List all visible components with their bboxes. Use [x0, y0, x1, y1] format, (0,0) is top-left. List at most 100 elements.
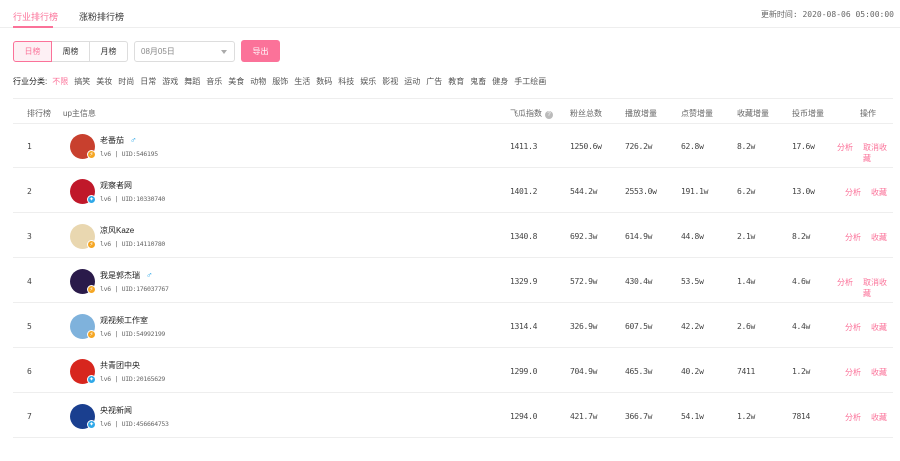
category-item[interactable]: 娱乐 [360, 76, 376, 87]
category-item[interactable]: 教育 [448, 76, 464, 87]
table-header: 排行榜 up主信息 飞瓜指数? 粉丝总数 播放增量 点赞增量 收藏增量 投币增量… [13, 98, 893, 124]
col-info: up主信息 [63, 109, 96, 118]
verified-icon: ✦ [87, 195, 96, 204]
analyze-link[interactable]: 分析 [837, 142, 853, 153]
analyze-link[interactable]: 分析 [845, 232, 861, 243]
level-uid: lv6 | UID:14110780 [100, 240, 166, 248]
table-row[interactable]: 6 ✦ 共青团中央 lv6 | UID:20165629 1299.0 704.9w 465… [13, 349, 893, 393]
category-item[interactable]: 游戏 [162, 76, 178, 87]
category-item[interactable]: 音乐 [206, 76, 222, 87]
category-item[interactable]: 动物 [250, 76, 266, 87]
up-name[interactable]: 共青团中央 [100, 360, 140, 371]
table-row[interactable]: 7 ✦ 央视新闻 lv6 | UID:456664753 1294.0 421.7w 366… [13, 394, 893, 438]
tab-fans-growth-ranking[interactable]: 涨粉排行榜 [79, 10, 124, 23]
category-item[interactable]: 数码 [316, 76, 332, 87]
category-item[interactable]: 日常 [140, 76, 156, 87]
favorite-link[interactable]: 收藏 [871, 367, 887, 378]
category-item[interactable]: 时尚 [118, 76, 134, 87]
table-row[interactable]: 5 ⚡ 观视频工作室 lv6 | UID:54992199 1314.4 326.9w 60… [13, 304, 893, 348]
level-uid: lv6 | UID:20165629 [100, 375, 166, 383]
export-button[interactable]: 导出 [241, 40, 280, 62]
monthly-button[interactable]: 月榜 [89, 41, 128, 62]
cell-plays: 366.7w [625, 412, 653, 421]
analyze-link[interactable]: 分析 [845, 412, 861, 423]
table-row[interactable]: 2 ✦ 观察者网 lv6 | UID:10330740 1401.2 544.2w 2553… [13, 169, 893, 213]
up-name-text: 共青团中央 [100, 361, 140, 370]
rank-number: 3 [27, 232, 32, 241]
rank-number: 7 [27, 412, 32, 421]
table-row[interactable]: 3 ⚡ 凉风Kaze lv6 | UID:14110780 1340.8 692.3w 61… [13, 214, 893, 258]
help-icon[interactable]: ? [545, 111, 553, 119]
cell-index: 1329.9 [510, 277, 538, 286]
category-item[interactable]: 科技 [338, 76, 354, 87]
up-name[interactable]: 观察者网 [100, 180, 132, 191]
cell-likes: 53.5w [681, 277, 704, 286]
verified-icon: ✦ [87, 420, 96, 429]
up-name[interactable]: 观视频工作室 [100, 315, 148, 326]
rank-number: 5 [27, 322, 32, 331]
category-item[interactable]: 运动 [404, 76, 420, 87]
lightning-icon: ⚡ [87, 240, 96, 249]
cell-plays: 2553.0w [625, 187, 657, 196]
cell-fans: 704.9w [570, 367, 598, 376]
unfavorite-link[interactable]: 取消收藏 [863, 277, 893, 299]
category-item[interactable]: 健身 [492, 76, 508, 87]
analyze-link[interactable]: 分析 [845, 322, 861, 333]
table-row[interactable]: 1 ⚡ 老番茄 ♂ lv6 | UID:546195 1411.3 1250.6w 726.2… [13, 124, 893, 168]
period-selector: 日榜 周榜 月榜 [13, 41, 128, 62]
cell-plays: 607.5w [625, 322, 653, 331]
favorite-link[interactable]: 收藏 [871, 322, 887, 333]
up-name[interactable]: 我是郭杰瑞 ♂ [100, 270, 153, 281]
category-item[interactable]: 服饰 [272, 76, 288, 87]
rank-number: 2 [27, 187, 32, 196]
up-name[interactable]: 凉风Kaze [100, 225, 134, 236]
table-row[interactable]: 4 ⚡ 我是郭杰瑞 ♂ lv6 | UID:176037767 1329.9 572.9w 4… [13, 259, 893, 303]
cell-fans: 544.2w [570, 187, 598, 196]
favorite-link[interactable]: 收藏 [871, 187, 887, 198]
category-item[interactable]: 不限 [52, 76, 68, 87]
cell-coins: 13.0w [792, 187, 815, 196]
tab-industry-ranking[interactable]: 行业排行榜 [13, 10, 58, 23]
favorite-link[interactable]: 收藏 [871, 412, 887, 423]
category-item[interactable]: 搞笑 [74, 76, 90, 87]
analyze-link[interactable]: 分析 [845, 367, 861, 378]
category-item[interactable]: 广告 [426, 76, 442, 87]
cell-plays: 465.3w [625, 367, 653, 376]
male-icon: ♂ [130, 135, 137, 145]
level-uid: lv6 | UID:10330740 [100, 195, 166, 203]
cell-favs: 2.6w [737, 322, 756, 331]
up-name[interactable]: 央视新闻 [100, 405, 132, 416]
cell-coins: 8.2w [792, 232, 811, 241]
rank-number: 1 [27, 142, 32, 151]
col-plays: 播放增量 [625, 109, 657, 118]
up-name[interactable]: 老番茄 ♂ [100, 135, 137, 146]
cell-likes: 191.1w [681, 187, 709, 196]
up-name-text: 观视频工作室 [100, 316, 148, 325]
analyze-link[interactable]: 分析 [845, 187, 861, 198]
weekly-button[interactable]: 周榜 [51, 41, 90, 62]
category-item[interactable]: 手工绘画 [514, 76, 546, 87]
cell-likes: 40.2w [681, 367, 704, 376]
category-item[interactable]: 生活 [294, 76, 310, 87]
daily-button[interactable]: 日榜 [13, 41, 52, 62]
level-uid: lv6 | UID:456664753 [100, 420, 169, 428]
col-index: 飞瓜指数? [510, 108, 553, 119]
cell-index: 1340.8 [510, 232, 538, 241]
lightning-icon: ⚡ [87, 285, 96, 294]
analyze-link[interactable]: 分析 [837, 277, 853, 288]
col-favs: 收藏增量 [737, 109, 769, 118]
level-uid: lv6 | UID:546195 [100, 150, 158, 158]
category-item[interactable]: 影视 [382, 76, 398, 87]
category-item[interactable]: 舞蹈 [184, 76, 200, 87]
cell-fans: 1250.6w [570, 142, 602, 151]
cell-plays: 614.9w [625, 232, 653, 241]
category-item[interactable]: 鬼畜 [470, 76, 486, 87]
up-name-text: 老番茄 [100, 136, 124, 145]
rank-number: 4 [27, 277, 32, 286]
favorite-link[interactable]: 收藏 [871, 232, 887, 243]
date-picker[interactable]: 08月05日 [134, 41, 235, 62]
category-item[interactable]: 美食 [228, 76, 244, 87]
chevron-down-icon [221, 50, 227, 54]
unfavorite-link[interactable]: 取消收藏 [863, 142, 893, 164]
category-item[interactable]: 美妆 [96, 76, 112, 87]
